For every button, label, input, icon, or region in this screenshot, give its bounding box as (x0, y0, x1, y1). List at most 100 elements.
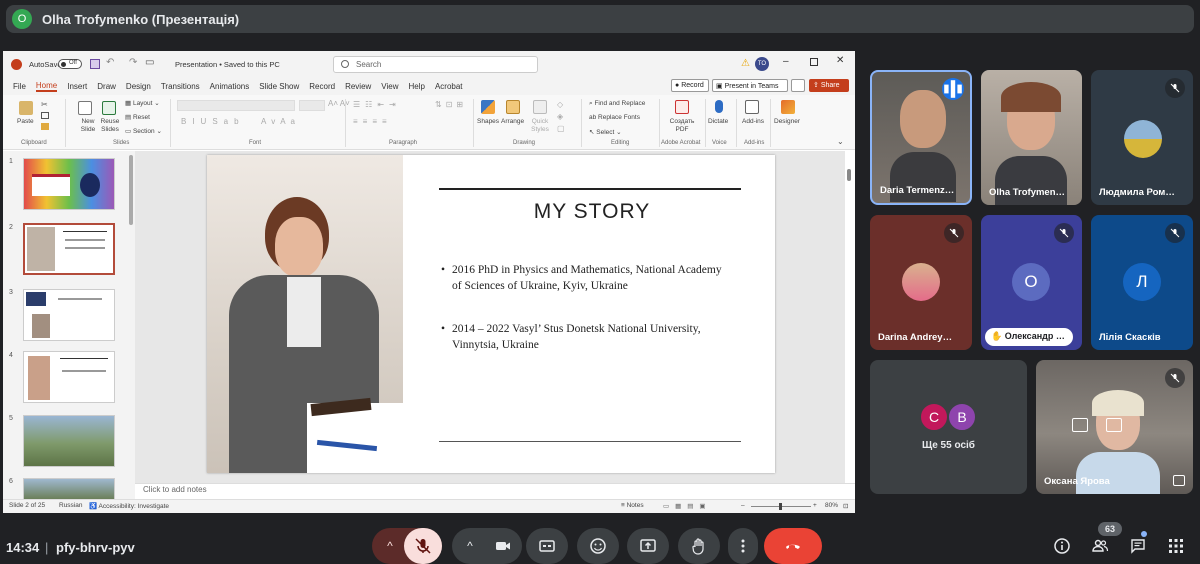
menu-item-draw[interactable]: Draw (97, 82, 116, 91)
present-in-teams-button[interactable]: ▣ Present in Teams (712, 79, 788, 92)
menu-item-insert[interactable]: Insert (67, 82, 87, 91)
zoom-slider-thumb[interactable] (779, 503, 782, 510)
save-icon[interactable] (90, 59, 100, 69)
current-slide[interactable]: MY STORY • 2016 PhD in Physics and Mathe… (207, 155, 775, 473)
reuse-slides-icon[interactable] (102, 101, 116, 115)
quick-styles-icon[interactable] (533, 100, 547, 114)
chat-button[interactable] (1122, 530, 1154, 562)
camera-toggle-button[interactable] (484, 528, 522, 564)
font-size-buttons[interactable]: A˄ A˅ (328, 99, 350, 108)
menu-item-acrobat[interactable]: Acrobat (435, 82, 463, 91)
activities-button[interactable] (1160, 530, 1192, 562)
slide-thumbnail-5[interactable] (23, 415, 115, 467)
search-input[interactable]: Search (333, 56, 538, 73)
slide-thumbnail-6[interactable] (23, 478, 115, 500)
font-size-dropdown[interactable] (299, 100, 325, 111)
restore-icon[interactable] (810, 58, 818, 66)
zoom-in-icon[interactable]: + (813, 502, 817, 509)
leave-call-button[interactable] (764, 528, 822, 564)
new-slide-label[interactable]: New Slide (77, 118, 99, 134)
menu-item-animations[interactable]: Animations (210, 82, 250, 91)
select-button[interactable]: ↖ Select ⌄ (589, 128, 622, 136)
participant-tile[interactable]: О ✋ Олександр … (981, 215, 1082, 350)
shapes-label[interactable]: Shapes (477, 118, 499, 125)
start-slideshow-icon[interactable]: ▭ (145, 57, 154, 68)
font-name-dropdown[interactable] (177, 100, 295, 111)
minimize-icon[interactable]: – (783, 56, 789, 67)
slide-thumbnail-4[interactable] (23, 351, 115, 403)
list-buttons[interactable]: ☰☷⇤⇥ (353, 100, 401, 109)
microphone-icon[interactable] (715, 100, 723, 113)
menu-item-design[interactable]: Design (126, 82, 151, 91)
notes-input[interactable]: Click to add notes (135, 483, 855, 497)
paste-label[interactable]: Paste (17, 118, 34, 125)
frame-icon[interactable] (1072, 418, 1088, 432)
menu-item-view[interactable]: View (381, 82, 398, 91)
find-replace-button[interactable]: ⌕ Find and Replace (589, 100, 645, 108)
chevron-up-icon[interactable]: ^ (460, 536, 480, 556)
participant-tile[interactable]: Людмила Ром… (1091, 70, 1193, 205)
reactions-button[interactable] (577, 528, 619, 564)
shapes-icon[interactable] (481, 100, 495, 114)
meeting-code[interactable]: pfy-bhrv-pyv (56, 540, 135, 555)
reuse-slides-label[interactable]: Reuse Slides (100, 118, 120, 134)
fit-slide-icon[interactable]: ⊡ (843, 502, 848, 510)
menu-item-transitions[interactable]: Transitions (161, 82, 200, 91)
self-view-tile[interactable]: Оксана Ярова (1036, 360, 1193, 494)
menu-item-slide-show[interactable]: Slide Show (259, 82, 299, 91)
align-buttons[interactable]: ≡≡≡≡ (353, 117, 392, 126)
font-color-buttons[interactable]: AvAa (261, 117, 300, 126)
share-button[interactable]: ⇪ Share (809, 79, 849, 92)
paste-icon[interactable] (19, 101, 33, 115)
comments-icon[interactable] (791, 79, 805, 92)
zoom-level[interactable]: 80% (825, 502, 838, 509)
close-icon[interactable]: ✕ (836, 55, 844, 66)
notes-button[interactable]: ≡ Notes (621, 502, 644, 509)
replace-fonts-button[interactable]: ab Replace Fonts (589, 114, 640, 121)
layout-button[interactable]: ▦ Layout ⌄ (125, 99, 160, 107)
menu-item-review[interactable]: Review (345, 82, 371, 91)
menu-item-help[interactable]: Help (409, 82, 425, 91)
undo-icon[interactable]: ↶ (106, 57, 114, 68)
slide-thumbnail-1[interactable] (23, 158, 115, 210)
add-ins-icon[interactable] (745, 100, 759, 114)
thumbnails-scrollbar[interactable] (129, 155, 133, 225)
view-buttons[interactable]: ▭▦▤▣ (663, 502, 712, 510)
more-participants-tile[interactable]: С В Ще 55 осіб (870, 360, 1027, 494)
slide-thumbnail-3[interactable] (23, 289, 115, 341)
participant-tile[interactable]: Olha Trofymen… (981, 70, 1082, 205)
dictate-label[interactable]: Dictate (708, 118, 728, 125)
arrange-label[interactable]: Arrange (501, 118, 524, 125)
present-screen-button[interactable] (627, 528, 669, 564)
add-ins-label[interactable]: Add-ins (742, 118, 764, 125)
effects-icon[interactable] (1106, 418, 1122, 432)
font-format-buttons[interactable]: BIUSab (181, 117, 245, 126)
collapse-ribbon-icon[interactable]: ⌄ (837, 137, 844, 146)
quick-styles-label[interactable]: Quick Styles (530, 118, 550, 134)
participant-tile[interactable]: Daria Termenz… (870, 70, 972, 205)
meeting-details-button[interactable] (1046, 530, 1078, 562)
reset-button[interactable]: ▤ Reset (125, 113, 150, 121)
captions-button[interactable] (526, 528, 568, 564)
participant-tile[interactable]: Л Лілія Скаскiв (1091, 215, 1193, 350)
autosave-toggle[interactable]: Off (58, 59, 82, 69)
more-options-button[interactable] (728, 528, 758, 564)
copy-icon[interactable] (41, 112, 49, 119)
slide-bullet-1[interactable]: 2016 PhD in Physics and Mathematics, Nat… (452, 262, 732, 294)
slide-scrollbar[interactable] (847, 169, 851, 181)
slide-title[interactable]: MY STORY (437, 200, 747, 224)
text-direction-buttons[interactable]: ⇅⊡⊞ (435, 100, 467, 109)
shape-format-buttons[interactable]: ◇ ◈ ▢ (557, 99, 565, 135)
redo-icon[interactable]: ↷ (129, 57, 137, 68)
arrange-icon[interactable] (506, 100, 520, 114)
user-avatar[interactable]: TO (755, 57, 769, 71)
accessibility-status[interactable]: ♿ Accessibility: Investigate (89, 502, 169, 510)
chevron-up-icon[interactable]: ^ (380, 536, 400, 556)
participant-tile[interactable]: Darina Andrey… (870, 215, 972, 350)
menu-item-home[interactable]: Home (35, 81, 58, 92)
slide-thumbnail-2[interactable] (23, 223, 115, 275)
zoom-out-icon[interactable]: – (741, 502, 745, 509)
designer-label[interactable]: Designer (774, 118, 800, 125)
record-button[interactable]: ● Record (671, 79, 709, 92)
format-painter-icon[interactable] (41, 123, 49, 130)
